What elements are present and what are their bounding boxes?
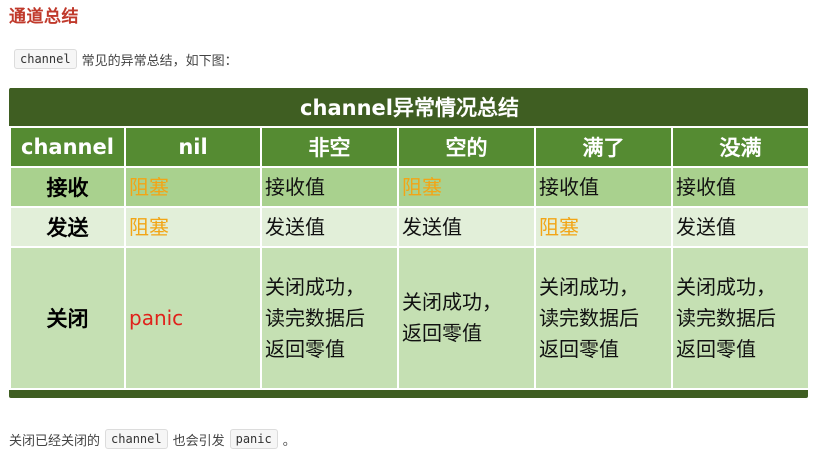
cell-line: 关闭成功， [402,290,502,314]
table-row: 接收 阻塞 接收值 阻塞 接收值 接收值 [9,166,808,208]
table-cell: panic [124,246,262,390]
table-cell: 关闭成功， 读完数据后返回零值 [260,246,399,390]
table-cell: 关闭成功， 读完数据后返回零值 [534,246,673,390]
cell-line: 阻塞 [129,174,169,199]
cell-line: 关闭成功， [539,274,639,299]
column-header-5: 没满 [670,126,808,168]
table-cell: 关闭成功， 读完数据后返回零值 [670,246,808,390]
table-cell: 接收值 [670,166,808,208]
table-row: 关闭 panic 关闭成功， 读完数据后返回零值 关闭成功， 返回零值 关闭成功， 读完数据后… [9,246,808,390]
intro-text: 常见的异常总结，如下图： [81,53,238,69]
column-header-3: 空的 [397,126,536,168]
cell-line: 关闭成功， [676,274,776,299]
table-cell: 阻塞 [397,166,536,208]
row-label: 发送 [9,206,126,248]
cell-line: 返回零值 [402,321,482,345]
table-cell: 发送值 [670,206,808,248]
row-label: 接收 [9,166,126,208]
cell-line: 阻塞 [129,214,169,239]
table-cell: 发送值 [260,206,399,248]
cell-line: 返回零值 [265,336,345,361]
channel-summary-table: channel异常情况总结 channel nil 非空 空的 满了 没满 接收 阻塞 接收值… [9,88,808,390]
cell-line: 关闭成功， [265,274,365,299]
cell-line: 阻塞 [539,214,579,239]
table-cell: 接收值 [260,166,399,208]
table-cell: 接收值 [534,166,673,208]
table-cell: 阻塞 [124,206,262,248]
table-title: channel异常情况总结 [10,88,808,128]
footer-text-1: 关闭已经关闭的 [9,433,101,449]
cell-line: 返回零值 [676,336,756,361]
inline-code-panic: panic [229,429,278,449]
table-cell: 阻塞 [534,206,673,248]
inline-code-channel-2: channel [105,429,168,449]
cell-line: 发送值 [676,214,736,239]
cell-line: 读完数据后 [539,305,639,330]
channel-summary-table-image: channel异常情况总结 channel nil 非空 空的 满了 没满 接收 阻塞 接收值… [9,88,808,398]
footer-text-3: 。 [282,433,296,449]
cell-line: 读完数据后 [676,305,776,330]
section-heading: 通道总结 [9,7,79,27]
cell-line: panic [129,305,184,330]
table-cell: 发送值 [397,206,536,248]
column-header-0: channel [9,126,126,168]
cell-line: 接收值 [676,174,736,199]
cell-line: 读完数据后 [265,305,365,330]
cell-line: 阻塞 [402,174,442,199]
footer-line: 关闭已经关闭的 channel 也会引发 panic 。 [9,429,301,449]
cell-line: 返回零值 [539,336,619,361]
inline-code-channel: channel [14,49,77,69]
table-row: 发送 阻塞 发送值 发送值 阻塞 发送值 [9,206,808,248]
intro-line: channel 常见的异常总结，如下图： [14,49,243,69]
cell-line: 接收值 [539,174,599,199]
column-header-1: nil [124,126,262,168]
cell-line: 发送值 [265,214,325,239]
column-header-4: 满了 [534,126,673,168]
table-cell: 阻塞 [124,166,262,208]
cell-line: 发送值 [402,214,462,239]
table-cell: 关闭成功， 返回零值 [397,246,536,390]
column-header-2: 非空 [260,126,399,168]
cell-line: 接收值 [265,174,325,199]
footer-text-2: 也会引发 [172,433,225,449]
row-label: 关闭 [9,246,126,390]
